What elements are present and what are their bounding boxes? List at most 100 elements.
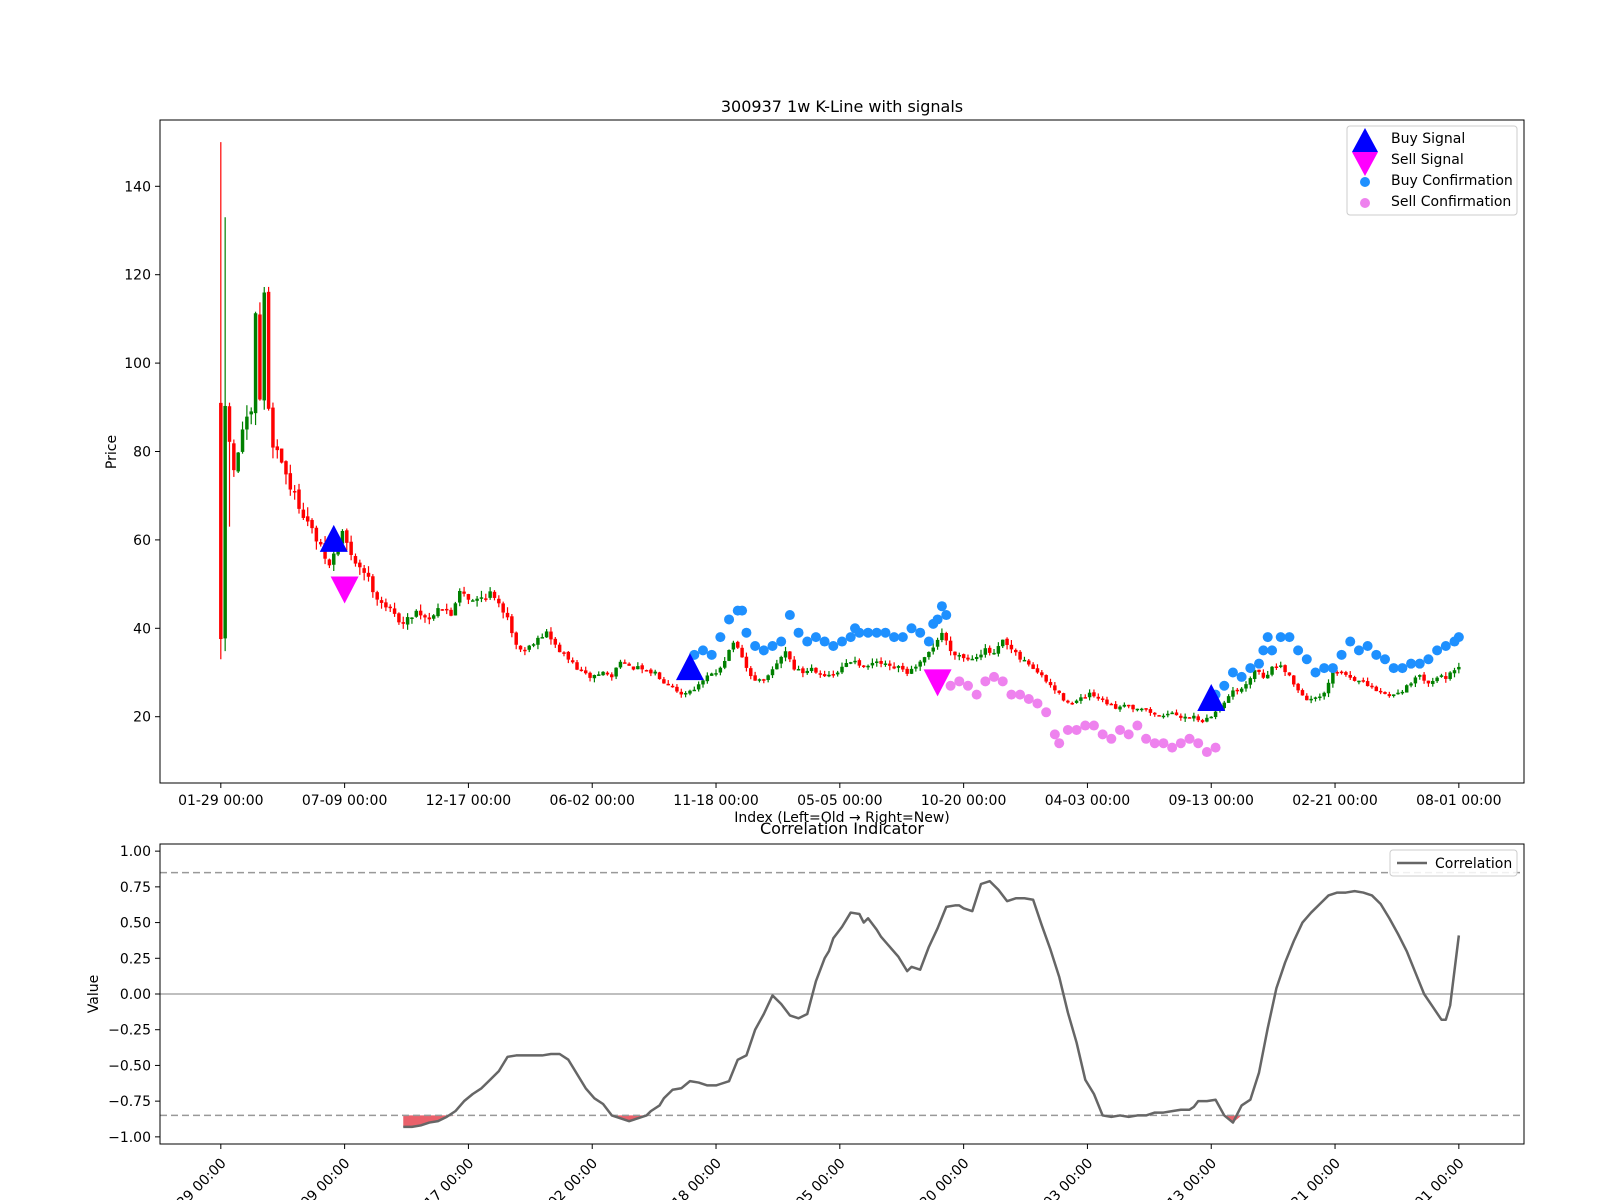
candle-body [288, 473, 293, 490]
candle-body [1309, 698, 1313, 701]
buy-confirmation-point [776, 636, 787, 647]
candle-body [749, 668, 753, 677]
candle-body [1022, 659, 1027, 662]
candle-body [471, 600, 475, 602]
buy-confirmation-point [802, 636, 813, 647]
sell-confirmation-point [954, 676, 965, 687]
candle-body [1000, 639, 1005, 647]
candle-body [1179, 715, 1183, 718]
candle-body [310, 519, 314, 529]
sell-confirmation-point [1080, 720, 1091, 731]
buy-confirmation-point [871, 627, 882, 638]
correlation-y-tick-label: 0.25 [120, 951, 151, 967]
candle-body [1270, 666, 1274, 675]
buy-signal-marker [675, 653, 704, 681]
correlation-line [403, 879, 1461, 1129]
candle-body [770, 669, 775, 676]
candle-body [527, 645, 531, 650]
candle-body [358, 562, 362, 568]
sell-confirmation-point [997, 676, 1008, 687]
buy-confirmation-point [1267, 645, 1278, 656]
candle-body [736, 641, 740, 648]
candle-body [353, 556, 358, 564]
candle-body [996, 646, 1001, 654]
candle-body [1365, 681, 1370, 687]
buy-confirmation-point [1319, 663, 1330, 674]
candle-body [1144, 708, 1148, 710]
candle-body [536, 637, 540, 645]
buy-confirmation-point [936, 601, 947, 612]
sell-confirmation-point [945, 680, 956, 691]
candle-body [1205, 717, 1209, 722]
candle-body [662, 679, 666, 684]
sell-confirmation-point [1193, 738, 1204, 749]
candle-body [414, 610, 419, 617]
candle-body [375, 592, 379, 600]
candle-body [1161, 715, 1166, 718]
kline-x-tick-label: 08-01 00:00 [1416, 793, 1501, 809]
candle-body [1261, 672, 1266, 678]
candle-body [914, 666, 918, 669]
candle-body [696, 684, 701, 690]
correlation-chart-title: Correlation Indicator [760, 819, 924, 838]
candle-body [245, 416, 249, 430]
candle-body [588, 672, 592, 678]
buy-confirmation-point [1236, 671, 1247, 682]
candle-body [709, 673, 714, 676]
kline-y-axis-label: Price [104, 435, 120, 469]
candle-body [970, 658, 975, 661]
buy-confirmation-point [889, 632, 900, 643]
buy-confirmation-point [837, 636, 847, 647]
candle-body [1053, 685, 1057, 691]
candle-body [1122, 704, 1127, 707]
candle-body [1083, 697, 1087, 699]
candle-body [423, 615, 427, 618]
candle-body [1322, 692, 1326, 697]
candle-body [292, 491, 297, 493]
candle-body [557, 644, 562, 653]
candle-body [505, 612, 510, 618]
candle-body [253, 313, 258, 414]
candle-body [705, 675, 710, 682]
buy-confirmation-point [1275, 632, 1286, 643]
candle-body [805, 670, 809, 674]
buy-confirmation-point [1262, 632, 1273, 643]
candle-body [744, 656, 749, 668]
candle-body [762, 679, 766, 681]
buy-confirmation-point [1379, 654, 1390, 665]
candle-body [792, 659, 796, 670]
candle-body [579, 669, 584, 672]
candle-body [271, 407, 275, 448]
candle-body [1452, 670, 1457, 674]
candle-body [753, 675, 757, 681]
candle-body [814, 667, 818, 673]
candle-body [388, 606, 392, 609]
kline-axes-frame [159, 119, 1525, 784]
candle-body [1087, 692, 1092, 698]
buy-confirmation-point [1336, 649, 1347, 660]
candle-body [305, 516, 310, 522]
candle-body [1139, 708, 1144, 711]
candle-body [418, 610, 423, 616]
correlation-x-tick-label: 12-17 00:00 [405, 1156, 477, 1200]
candle-body [1313, 697, 1318, 699]
sell-confirmation-point [1158, 738, 1169, 749]
candle-body [801, 668, 805, 674]
candle-body [492, 591, 497, 598]
candle-body [405, 617, 410, 625]
buy-confirmation-point [880, 627, 891, 638]
candle-body [284, 461, 288, 475]
candle-body [649, 669, 653, 674]
candle-body [549, 631, 553, 640]
correlation-y-tick-label: −0.25 [108, 1023, 151, 1039]
candle-body [610, 674, 614, 678]
kline-y-axis: 20 40 60 80 100 120 140 [124, 179, 160, 726]
candle-body [1014, 649, 1018, 653]
candle-body [1166, 713, 1170, 716]
buy-confirmation-point [1284, 632, 1295, 643]
candle-body [1422, 674, 1426, 681]
buy-confirmation-point [1397, 663, 1408, 674]
candle-body [727, 650, 731, 661]
correlation-x-tick-label: 09-13 00:00 [1148, 1156, 1220, 1200]
sell-confirmation-point [1006, 689, 1017, 700]
